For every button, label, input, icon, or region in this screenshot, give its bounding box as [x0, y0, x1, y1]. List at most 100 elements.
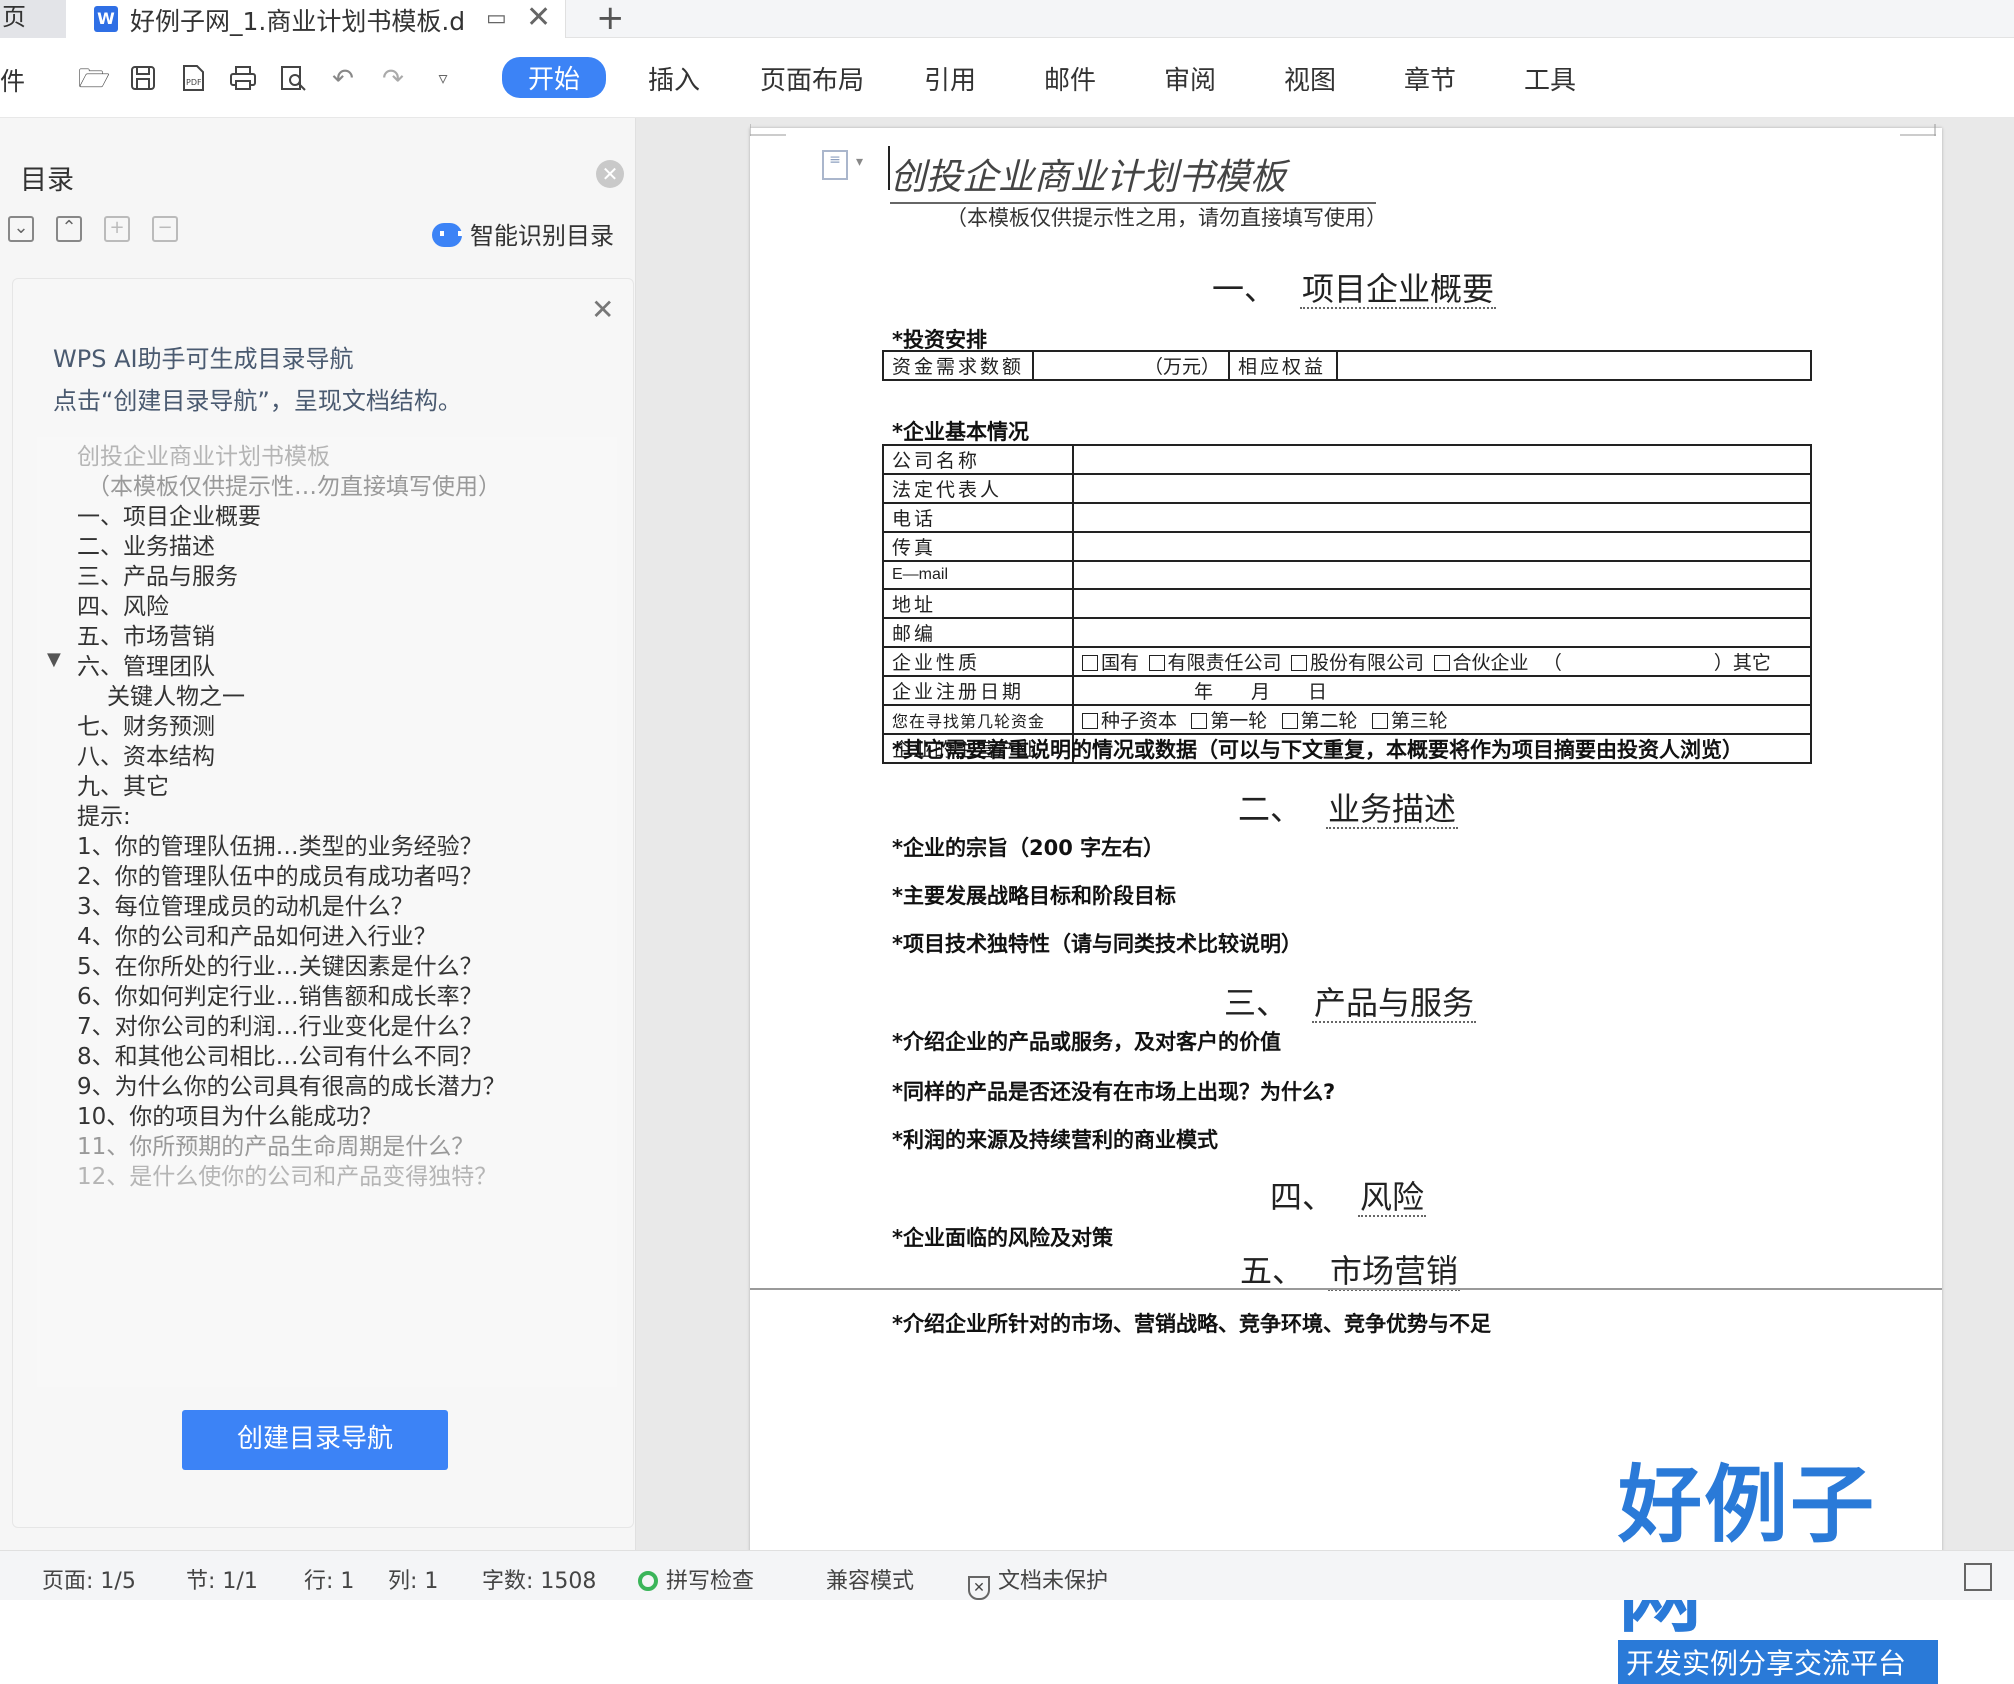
invest-cell[interactable]: 相应权益: [1228, 350, 1339, 381]
tab-close-icon[interactable]: ✕: [526, 0, 551, 35]
remove-level-icon[interactable]: −: [152, 216, 178, 242]
protect-status[interactable]: ✕ 文档未保护: [968, 1563, 1108, 1600]
question-text[interactable]: *同样的产品是否还没有在市场上出现？为什么?: [892, 1076, 1335, 1106]
question-text[interactable]: *企业面临的风险及对策: [892, 1222, 1113, 1252]
toc-item[interactable]: 一、项目企业概要: [77, 497, 261, 531]
monitor-icon[interactable]: ▭: [486, 6, 507, 31]
export-pdf-icon[interactable]: PDF: [178, 64, 208, 94]
toc-item[interactable]: 11、你所预期的产品生命周期是什么？: [77, 1127, 474, 1161]
doc-view-icon[interactable]: [1964, 1563, 1992, 1591]
toc-item[interactable]: （本模板仅供提示性…勿直接填写使用）: [87, 467, 501, 501]
menu-references[interactable]: 引用: [924, 60, 976, 97]
invest-cell[interactable]: [1336, 350, 1812, 381]
section-heading-2[interactable]: 二、 业务描述: [1238, 784, 1459, 830]
menu-page-layout[interactable]: 页面布局: [760, 60, 864, 97]
smart-toc-button[interactable]: 智能识别目录: [432, 216, 614, 251]
section-heading-1[interactable]: 一、 项目企业概要: [1212, 264, 1497, 310]
status-section[interactable]: 节: 1/1: [186, 1563, 258, 1595]
status-row[interactable]: 行: 1: [304, 1563, 354, 1595]
basic-value[interactable]: [1072, 473, 1812, 504]
toc-item[interactable]: 8、和其他公司相比…公司有什么不同？: [77, 1037, 483, 1071]
checkbox[interactable]: 合伙企业: [1433, 653, 1529, 674]
toc-item[interactable]: 关键人物之一: [107, 677, 245, 711]
document-title[interactable]: 创投企业商业计划书模板: [890, 148, 1376, 204]
question-text[interactable]: *利润的来源及持续营利的商业模式: [892, 1124, 1218, 1154]
spell-check-button[interactable]: 拼写检查: [638, 1563, 754, 1595]
document-page[interactable]: ≡ ▾ 创投企业商业计划书模板 （本模板仅供提示性之用，请勿直接填写使用） 一、…: [750, 124, 1942, 1550]
ai-card-close-icon[interactable]: ✕: [591, 293, 614, 326]
basic-value[interactable]: [1072, 531, 1812, 562]
redo-icon[interactable]: ↷: [378, 64, 408, 94]
new-tab-button[interactable]: +: [596, 0, 625, 38]
toc-item[interactable]: 2、你的管理队伍中的成员有成功者吗？: [77, 857, 483, 891]
add-level-icon[interactable]: +: [104, 216, 130, 242]
question-text[interactable]: *企业的宗旨（200 字左右）: [892, 832, 1164, 862]
toc-item[interactable]: 三、产品与服务: [77, 557, 238, 591]
menu-tools[interactable]: 工具: [1524, 60, 1576, 97]
section-heading-3[interactable]: 三、 产品与服务: [1224, 978, 1477, 1024]
toc-item[interactable]: 提示:: [77, 797, 131, 831]
toc-item[interactable]: 6、你如何判定行业…销售额和成长率？: [77, 977, 483, 1011]
basic-value[interactable]: [1072, 588, 1812, 619]
file-menu[interactable]: 件: [0, 62, 25, 98]
customize-dropdown-icon[interactable]: ▿: [428, 64, 458, 94]
tab-document[interactable]: W 好例子网_1.商业计划书模板.d ▭ ✕: [66, 0, 566, 38]
reg-date-value[interactable]: 年 月 日: [1072, 675, 1812, 706]
question-text[interactable]: *项目技术独特性（请与同类技术比较说明）: [892, 928, 1302, 958]
toc-item[interactable]: 12、是什么使你的公司和产品变得独特？: [77, 1157, 497, 1191]
toc-item[interactable]: 10、你的项目为什么能成功？: [77, 1097, 382, 1131]
menu-insert[interactable]: 插入: [648, 60, 700, 97]
menu-mail[interactable]: 邮件: [1044, 60, 1096, 97]
toc-item[interactable]: 六、管理团队: [77, 647, 215, 681]
menu-review[interactable]: 审阅: [1164, 60, 1216, 97]
menu-chapter[interactable]: 章节: [1404, 60, 1456, 97]
basic-value[interactable]: [1072, 560, 1812, 590]
section-heading-4[interactable]: 四、 风险: [1270, 1172, 1427, 1218]
nav-close-icon[interactable]: ✕: [596, 160, 624, 188]
toc-item[interactable]: 七、财务预测: [77, 707, 215, 741]
section-heading-5[interactable]: 五、 市场营销: [1240, 1246, 1461, 1292]
toc-item[interactable]: 3、每位管理成员的动机是什么？: [77, 887, 414, 921]
tab-home[interactable]: 页: [0, 0, 66, 38]
other-note[interactable]: *其它需要着重说明的情况或数据（可以与下文重复，本概要将作为项目摘要由投资人浏览…: [892, 734, 1743, 764]
toc-item[interactable]: 9、为什么你的公司具有很高的成长潜力？: [77, 1067, 506, 1101]
status-page[interactable]: 页面: 1/5: [42, 1563, 136, 1595]
toc-item[interactable]: 二、业务描述: [77, 527, 215, 561]
checkbox[interactable]: 种子资本: [1082, 711, 1177, 732]
basic-info-label[interactable]: *企业基本情况: [892, 416, 1029, 446]
toc-item[interactable]: 五、市场营销: [77, 617, 215, 651]
question-text[interactable]: *主要发展战略目标和阶段目标: [892, 880, 1176, 910]
menu-view[interactable]: 视图: [1284, 60, 1336, 97]
toc-item[interactable]: 7、对你公司的利润…行业变化是什么？: [77, 1007, 483, 1041]
open-folder-icon[interactable]: 🗁: [78, 64, 110, 94]
question-text[interactable]: *介绍企业的产品或服务，及对客户的价值: [892, 1026, 1281, 1056]
collapse-arrow-icon[interactable]: ▼: [47, 649, 61, 670]
toc-item[interactable]: 创投企业商业计划书模板: [77, 437, 330, 471]
basic-value[interactable]: [1072, 444, 1812, 475]
checkbox[interactable]: 有限责任公司: [1148, 653, 1282, 674]
print-icon[interactable]: [228, 64, 258, 94]
document-note[interactable]: （本模板仅供提示性之用，请勿直接填写使用）: [946, 202, 1387, 232]
paragraph-dropdown-icon[interactable]: ▾: [856, 154, 863, 170]
question-text[interactable]: *介绍企业所针对的市场、营销战略、竞争环境、竞争优势与不足: [892, 1308, 1491, 1338]
toc-item[interactable]: 四、风险: [77, 587, 169, 621]
toc-item[interactable]: 1、你的管理队伍拥…类型的业务经验？: [77, 827, 483, 861]
status-word-count[interactable]: 字数: 1508: [482, 1563, 596, 1595]
compat-mode[interactable]: 兼容模式: [826, 1563, 914, 1595]
undo-icon[interactable]: ↶: [328, 64, 358, 94]
status-col[interactable]: 列: 1: [388, 1563, 438, 1595]
create-toc-button[interactable]: 创建目录导航: [182, 1410, 448, 1470]
checkbox[interactable]: 国有: [1082, 653, 1139, 674]
nature-other[interactable]: （ ）其它: [1543, 653, 1771, 674]
print-preview-icon[interactable]: [278, 64, 308, 94]
toc-item[interactable]: 九、其它: [77, 767, 169, 801]
basic-value[interactable]: [1072, 502, 1812, 533]
checkbox[interactable]: 股份有限公司: [1291, 653, 1424, 674]
save-icon[interactable]: [128, 64, 158, 94]
invest-cell[interactable]: 资金需求数额: [881, 350, 1035, 381]
expand-all-icon[interactable]: ⌄: [8, 216, 34, 242]
toc-item[interactable]: 5、在你所处的行业…关键因素是什么？: [77, 947, 483, 981]
basic-value[interactable]: [1072, 617, 1812, 648]
collapse-all-icon[interactable]: ⌃: [56, 216, 82, 242]
checkbox[interactable]: 第一轮: [1191, 711, 1267, 732]
